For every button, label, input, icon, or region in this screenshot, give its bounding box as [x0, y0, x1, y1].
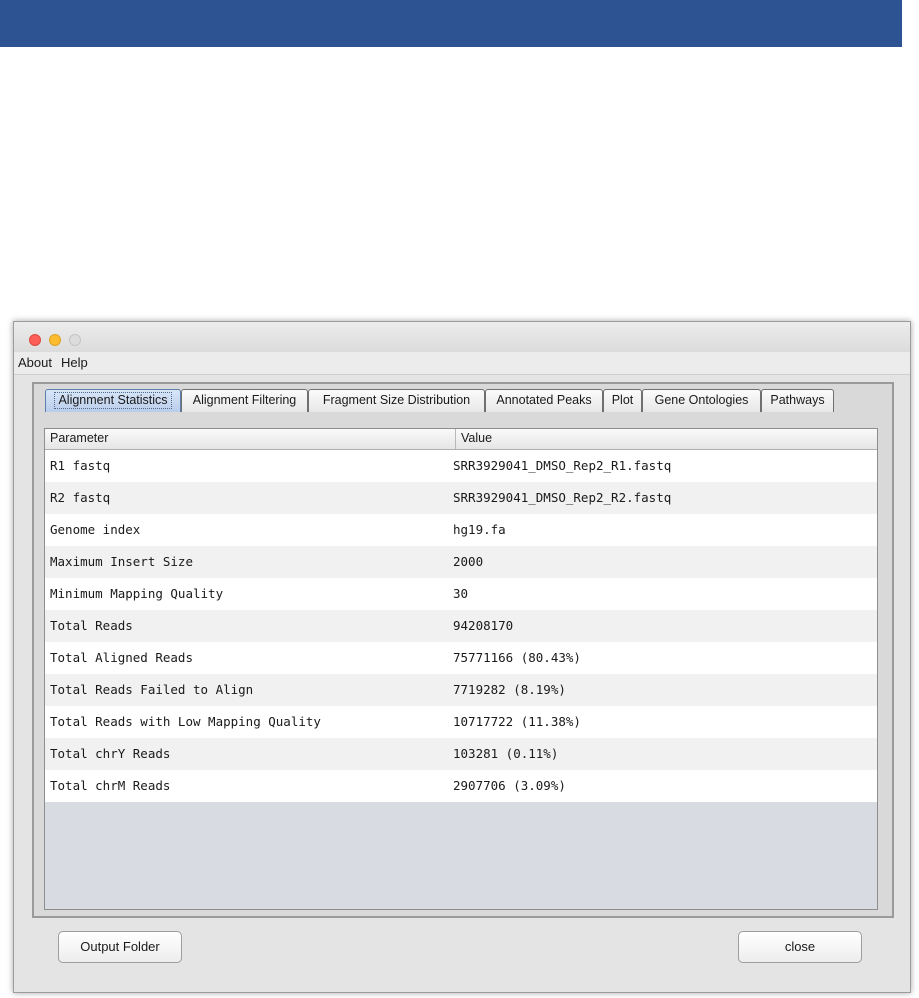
- parameter-cell: Total Aligned Reads: [50, 650, 193, 665]
- tab-gene-ontologies[interactable]: Gene Ontologies: [642, 389, 761, 412]
- parameter-cell: Maximum Insert Size: [50, 554, 193, 569]
- parameter-cell: Total chrY Reads: [50, 746, 171, 761]
- table-header: Parameter Value: [45, 429, 877, 450]
- table-row[interactable]: R1 fastq SRR3929041_DMSO_Rep2_R1.fastq: [45, 450, 877, 482]
- tab-plot[interactable]: Plot: [603, 389, 642, 412]
- output-folder-button[interactable]: Output Folder: [58, 931, 182, 963]
- tab-fragment-size-distribution[interactable]: Fragment Size Distribution: [308, 389, 485, 412]
- value-cell: 10717722 (11.38%): [453, 714, 581, 729]
- minimize-window-icon[interactable]: [49, 334, 61, 346]
- column-header-parameter[interactable]: Parameter: [50, 431, 108, 445]
- zoom-window-icon[interactable]: [69, 334, 81, 346]
- value-cell: hg19.fa: [453, 522, 506, 537]
- table-row[interactable]: Maximum Insert Size 2000: [45, 546, 877, 578]
- tab-label: Alignment Filtering: [192, 393, 297, 407]
- value-cell: SRR3929041_DMSO_Rep2_R1.fastq: [453, 458, 672, 473]
- table-row[interactable]: R2 fastq SRR3929041_DMSO_Rep2_R2.fastq: [45, 482, 877, 514]
- parameter-cell: Total chrM Reads: [50, 778, 171, 793]
- app-window: About Help Alignment Statistics Alignmen…: [13, 321, 911, 993]
- close-window-icon[interactable]: [29, 334, 41, 346]
- column-header-value[interactable]: Value: [461, 431, 492, 445]
- value-cell: 94208170: [453, 618, 514, 633]
- value-cell: SRR3929041_DMSO_Rep2_R2.fastq: [453, 490, 672, 505]
- column-divider[interactable]: [455, 429, 456, 449]
- top-banner: [0, 0, 902, 47]
- table-body: R1 fastq SRR3929041_DMSO_Rep2_R1.fastq R2…: [45, 450, 877, 802]
- tab-annotated-peaks[interactable]: Annotated Peaks: [485, 389, 603, 412]
- parameter-cell: R1 fastq: [50, 458, 111, 473]
- tab-pathways[interactable]: Pathways: [761, 389, 834, 412]
- tab-label: Pathways: [770, 393, 825, 407]
- table-row[interactable]: Genome index hg19.fa: [45, 514, 877, 546]
- menu-bar: About Help: [14, 352, 910, 375]
- tab-label: Gene Ontologies: [654, 393, 749, 407]
- value-cell: 75771166 (80.43%): [453, 650, 581, 665]
- menu-help[interactable]: Help: [61, 355, 88, 370]
- table-row[interactable]: Total Reads 94208170: [45, 610, 877, 642]
- table-row[interactable]: Total chrY Reads 103281 (0.11%): [45, 738, 877, 770]
- tab-label: Annotated Peaks: [496, 393, 592, 407]
- statistics-table: Parameter Value R1 fastq SRR3929041_DMSO_…: [44, 428, 878, 910]
- title-bar: [14, 322, 910, 352]
- parameter-cell: Genome index: [50, 522, 141, 537]
- table-row[interactable]: Total Reads with Low Mapping Quality 1071…: [45, 706, 877, 738]
- tab-label: Alignment Statistics: [52, 390, 173, 411]
- table-row[interactable]: Total Reads Failed to Align 7719282 (8.19…: [45, 674, 877, 706]
- tab-pane: Alignment Statistics Alignment Filtering…: [32, 382, 894, 918]
- value-cell: 103281 (0.11%): [453, 746, 559, 761]
- table-row[interactable]: Total chrM Reads 2907706 (3.09%): [45, 770, 877, 802]
- tab-label: Plot: [611, 393, 634, 407]
- parameter-cell: Minimum Mapping Quality: [50, 586, 224, 601]
- close-button[interactable]: close: [738, 931, 862, 963]
- tab-alignment-filtering[interactable]: Alignment Filtering: [181, 389, 308, 412]
- table-row[interactable]: Total Aligned Reads 75771166 (80.43%): [45, 642, 877, 674]
- tab-alignment-statistics[interactable]: Alignment Statistics: [45, 389, 181, 412]
- parameter-cell: Total Reads with Low Mapping Quality: [50, 714, 321, 729]
- parameter-cell: Total Reads Failed to Align: [50, 682, 254, 697]
- tab-label: Fragment Size Distribution: [322, 393, 471, 407]
- table-row[interactable]: Minimum Mapping Quality 30: [45, 578, 877, 610]
- menu-about[interactable]: About: [18, 355, 52, 370]
- parameter-cell: Total Reads: [50, 618, 133, 633]
- parameter-cell: R2 fastq: [50, 490, 111, 505]
- value-cell: 2907706 (3.09%): [453, 778, 566, 793]
- value-cell: 30: [453, 586, 469, 601]
- value-cell: 7719282 (8.19%): [453, 682, 566, 697]
- value-cell: 2000: [453, 554, 484, 569]
